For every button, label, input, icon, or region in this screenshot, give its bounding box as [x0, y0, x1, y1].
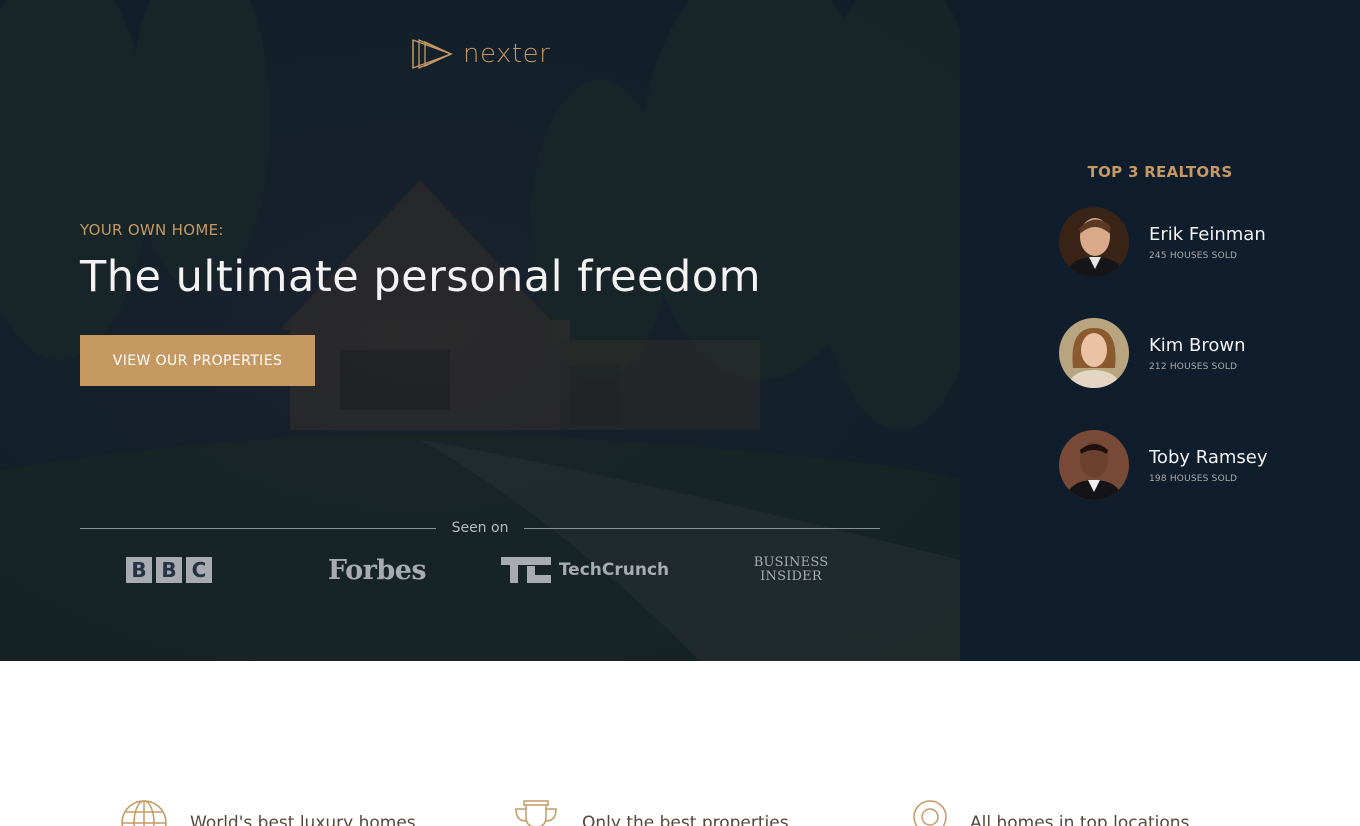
bbc-logo: B B C — [125, 550, 213, 590]
realtor-card[interactable]: Kim Brown 212 HOUSES SOLD — [1059, 318, 1246, 388]
techcrunch-mark-icon — [500, 557, 551, 583]
bi-line-1: BUSINESS — [753, 555, 829, 570]
realtor-name: Toby Ramsey — [1149, 446, 1268, 468]
seen-on-label: Seen on — [451, 520, 509, 536]
realtor-name: Kim Brown — [1149, 334, 1246, 356]
realtor-card[interactable]: Erik Feinman 245 HOUSES SOLD — [1059, 207, 1266, 277]
realtor-houses-sold: 245 HOUSES SOLD — [1149, 250, 1238, 261]
techcrunch-wordmark: TechCrunch — [558, 560, 670, 580]
feature-title: All homes in top locations — [970, 813, 1190, 826]
trophy-icon — [515, 800, 557, 826]
bbc-letter: C — [186, 557, 212, 583]
forbes-logo: Forbes — [327, 554, 427, 586]
realtors-title: TOP 3 REALTORS — [1087, 163, 1233, 181]
seen-on-divider: Seen on — [80, 517, 880, 539]
realtor-name: Erik Feinman — [1149, 223, 1266, 245]
play-logo-icon — [412, 39, 453, 69]
realtor-card[interactable]: Toby Ramsey 198 HOUSES SOLD — [1059, 430, 1268, 500]
view-properties-button[interactable]: VIEW OUR PROPERTIES — [80, 335, 315, 386]
divider-line-left — [80, 527, 436, 529]
globe-icon — [121, 800, 167, 826]
hero-headline: The ultimate personal freedom — [80, 252, 761, 302]
feature-item: All homes in top locations — [912, 799, 1189, 826]
techcrunch-logo: TechCrunch — [495, 550, 675, 590]
hero-section: nexter YOUR OWN HOME: The ultimate perso… — [0, 0, 960, 661]
feature-title: World's best luxury homes — [190, 813, 416, 826]
bi-line-2: INSIDER — [760, 569, 822, 584]
feature-title: Only the best properties — [582, 813, 789, 826]
avatar — [1059, 207, 1129, 277]
features-section: World's best luxury homes Only the best … — [0, 661, 1360, 826]
business-insider-logo: BUSINESS INSIDER — [754, 550, 828, 590]
brand-name: nexter — [463, 39, 551, 69]
feature-item: Only the best properties — [512, 799, 789, 826]
hero-eyebrow: YOUR OWN HOME: — [80, 221, 224, 239]
top-realtors-panel: TOP 3 REALTORS Erik Feinman 245 HOUSES S… — [960, 0, 1360, 661]
realtor-houses-sold: 212 HOUSES SOLD — [1149, 361, 1238, 372]
bbc-letter: B — [156, 557, 182, 583]
avatar — [1059, 318, 1129, 388]
realtor-houses-sold: 198 HOUSES SOLD — [1149, 473, 1238, 484]
avatar — [1059, 430, 1129, 500]
brand-logo[interactable]: nexter — [411, 38, 550, 70]
bbc-letter: B — [126, 557, 152, 583]
divider-line-right — [524, 527, 880, 529]
feature-item: World's best luxury homes — [120, 799, 416, 826]
map-pin-icon — [913, 800, 947, 826]
